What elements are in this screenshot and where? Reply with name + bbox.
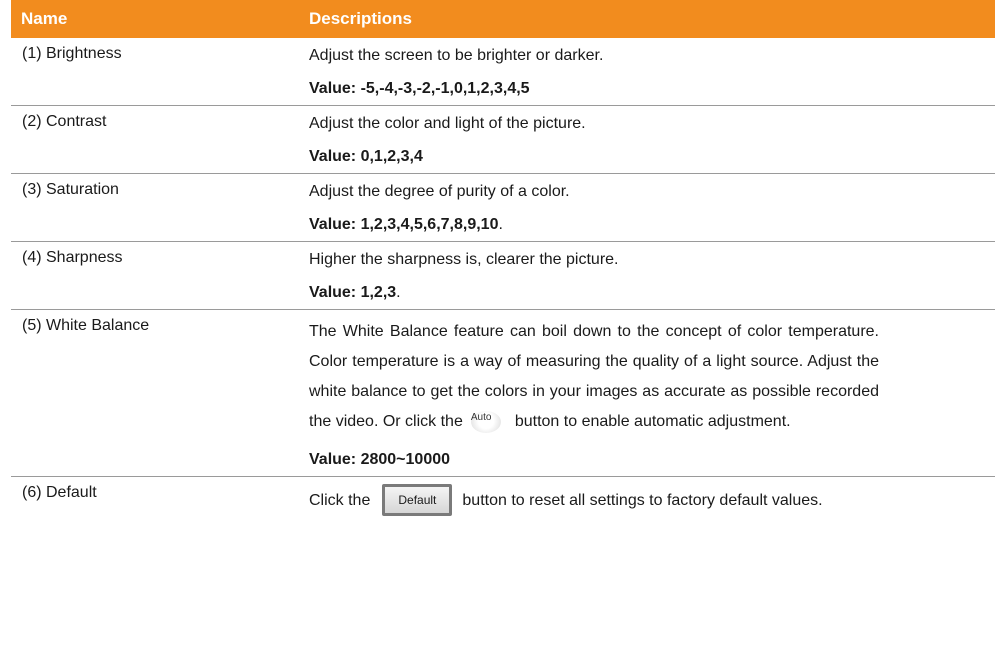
value-range: Value: 0,1,2,3,4 — [309, 148, 423, 165]
setting-description: Adjust the degree of purity of a color. … — [309, 174, 879, 241]
auto-button: Auto — [470, 411, 501, 433]
setting-name: (4) Sharpness — [22, 249, 123, 266]
description-text: Adjust the color and light of the pictur… — [309, 115, 586, 132]
header-name: Name — [21, 9, 68, 28]
setting-description: Adjust the screen to be brighter or dark… — [309, 38, 879, 105]
setting-name: (3) Saturation — [22, 181, 119, 198]
setting-name: (1) Brightness — [22, 45, 122, 62]
table-row: (4) Sharpness Higher the sharpness is, c… — [11, 242, 995, 310]
table-header: Name Descriptions — [11, 0, 995, 38]
setting-description: Click the Default button to reset all sett… — [309, 477, 879, 516]
table-row: (1) Brightness Adjust the screen to be b… — [11, 38, 995, 106]
setting-description: Adjust the color and light of the pictur… — [309, 106, 879, 173]
description-text: Higher the sharpness is, clearer the pic… — [309, 251, 619, 268]
value-range: Value: 1,2,3. — [309, 284, 401, 301]
table-row: (5) White Balance The White Balance feat… — [11, 310, 995, 477]
header-descriptions: Descriptions — [309, 9, 412, 28]
value-range: Value: 2800~10000 — [309, 451, 451, 468]
table-row: (3) Saturation Adjust the degree of puri… — [11, 174, 995, 242]
table-row: (6) Default Click the Default button to re… — [11, 477, 995, 516]
settings-table: Name Descriptions (1) Brightness Adjust … — [11, 0, 995, 516]
setting-name: (5) White Balance — [22, 317, 150, 334]
description-text: Click the Default button to reset all sett… — [309, 477, 879, 516]
setting-description: Higher the sharpness is, clearer the pic… — [309, 242, 879, 309]
description-text: The White Balance feature can boil down … — [309, 310, 879, 437]
value-range: Value: 1,2,3,4,5,6,7,8,9,10. — [309, 216, 503, 233]
setting-name: (6) Default — [22, 484, 97, 501]
setting-name: (2) Contrast — [22, 113, 107, 130]
setting-description: The White Balance feature can boil down … — [309, 310, 879, 476]
description-text: Adjust the screen to be brighter or dark… — [309, 47, 604, 64]
table-row: (2) Contrast Adjust the color and light … — [11, 106, 995, 174]
value-range: Value: -5,-4,-3,-2,-1,0,1,2,3,4,5 — [309, 80, 530, 97]
description-text: Adjust the degree of purity of a color. — [309, 183, 570, 200]
default-button: Default — [382, 484, 453, 516]
